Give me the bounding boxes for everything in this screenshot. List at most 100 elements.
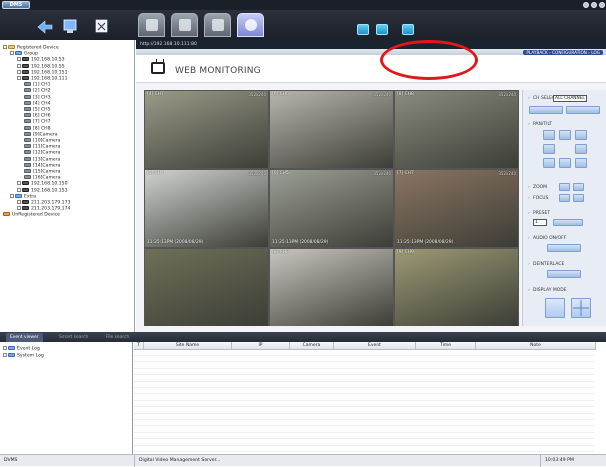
expand-icon[interactable] xyxy=(17,206,21,211)
system-log-node[interactable]: System Log xyxy=(3,353,44,359)
expand-icon[interactable] xyxy=(17,187,21,192)
table-row[interactable] xyxy=(134,433,594,440)
tab-playback[interactable] xyxy=(171,13,198,37)
tab-live-view[interactable] xyxy=(138,13,165,37)
toolbar-button-1[interactable] xyxy=(357,24,369,35)
tree-node[interactable]: [8] CH8 xyxy=(24,125,51,131)
tree-node[interactable]: 192.168.10.151 xyxy=(17,69,68,75)
column-header-event[interactable]: Event xyxy=(334,342,416,350)
minimize-icon[interactable] xyxy=(583,2,589,8)
fullscreen-icon[interactable] xyxy=(95,19,108,33)
expand-icon[interactable] xyxy=(17,63,21,68)
video-cell[interactable]: [8] CH8 xyxy=(270,249,393,326)
collapse-icon[interactable] xyxy=(3,45,7,49)
video-cell[interactable]: [9] CH9 xyxy=(395,249,518,326)
maximize-icon[interactable] xyxy=(591,2,597,8)
tree-node[interactable]: [5] CH5 xyxy=(24,107,51,113)
deinterlace-button[interactable] xyxy=(547,270,581,278)
video-cell[interactable] xyxy=(145,249,268,326)
tree-node[interactable]: [2] CH2 xyxy=(24,88,51,94)
ptz-down-right-button[interactable] xyxy=(575,158,587,168)
ptz-down-button[interactable] xyxy=(559,158,571,168)
close-icon[interactable] xyxy=(599,2,605,8)
table-row[interactable] xyxy=(134,382,594,388)
tree-node[interactable]: 192.168.10.150 xyxy=(17,181,68,187)
table-row[interactable] xyxy=(134,408,594,414)
expand-icon[interactable] xyxy=(17,200,21,204)
collapse-icon[interactable] xyxy=(17,76,21,80)
column-header-ip[interactable]: IP xyxy=(232,342,290,350)
tab-search[interactable] xyxy=(204,13,231,37)
ptz-left-button[interactable] xyxy=(543,144,555,154)
zoom-in-button[interactable] xyxy=(559,183,570,191)
table-row[interactable] xyxy=(134,427,594,433)
tree-node[interactable]: [1] CH1 xyxy=(24,82,51,88)
column-header-camera[interactable]: Camera xyxy=(290,342,334,350)
column-header-time[interactable]: Time xyxy=(416,342,476,350)
table-row[interactable] xyxy=(134,420,594,427)
expand-icon[interactable] xyxy=(17,57,21,62)
ptz-up-right-button[interactable] xyxy=(575,130,587,140)
table-row[interactable] xyxy=(134,395,594,401)
tree-node[interactable]: [9]Camera xyxy=(24,131,58,137)
video-cell[interactable]: [7] CH7 352x240 11:25:13PM (2008/08/29) xyxy=(395,170,518,247)
column-header-type[interactable]: T xyxy=(134,342,144,350)
ptz-right-button[interactable] xyxy=(575,144,587,154)
video-cell[interactable]: [6] CH6 352x240 xyxy=(270,91,393,168)
channel-select[interactable]: ALL CHANNEL xyxy=(553,95,587,102)
channel-prev-button[interactable] xyxy=(529,106,563,114)
collapse-icon[interactable] xyxy=(10,51,14,56)
tab-event-viewer[interactable]: Event viewer xyxy=(6,333,43,342)
focus-far-button[interactable] xyxy=(573,194,584,202)
monitor-settings-icon[interactable] xyxy=(63,19,77,34)
video-cell[interactable]: [5] CH4 352x240 11:25:13PM (2008/08/29) xyxy=(145,170,268,247)
video-cell[interactable]: [6] CH5 352x240 11:25:13PM (2008/08/29) xyxy=(270,170,393,247)
column-header-site-name[interactable]: Site Name xyxy=(144,342,232,350)
tree-node[interactable]: Extra xyxy=(10,193,36,199)
table-row[interactable] xyxy=(134,440,594,446)
tree-node[interactable]: 192.168.10.55 xyxy=(17,63,65,69)
tree-node[interactable]: 192.168.10.153 xyxy=(17,187,68,193)
tree-node[interactable]: 192.168.10.111 xyxy=(17,76,68,82)
expand-icon[interactable] xyxy=(17,181,21,186)
toolbar-button-3[interactable] xyxy=(402,24,414,35)
event-log-node[interactable]: Event Log xyxy=(3,346,40,352)
audio-toggle-button[interactable] xyxy=(547,244,581,252)
video-cell[interactable]: [4] CH7 352x240 xyxy=(145,91,268,168)
toolbar-button-2[interactable] xyxy=(376,24,388,35)
tree-node[interactable]: 192.168.10.53 xyxy=(17,57,65,63)
preset-move-button[interactable] xyxy=(553,219,583,226)
tree-node[interactable]: [16]Camera xyxy=(24,175,60,181)
tree-node[interactable]: [7] CH7 xyxy=(24,119,51,125)
expand-icon[interactable] xyxy=(17,69,21,74)
tree-node[interactable]: [10]Camera xyxy=(24,138,60,144)
table-row[interactable] xyxy=(134,369,594,376)
display-2x2-button[interactable] xyxy=(571,298,591,318)
tree-node[interactable]: 211.203.179.174 xyxy=(17,206,70,212)
tab-smart-search[interactable]: Smart search xyxy=(55,333,92,342)
tree-node[interactable]: UnRegistered Device xyxy=(3,212,60,218)
zoom-out-button[interactable] xyxy=(573,183,584,191)
table-row[interactable] xyxy=(134,356,594,363)
table-row[interactable] xyxy=(134,414,594,420)
table-row[interactable] xyxy=(134,376,594,382)
table-row[interactable] xyxy=(134,363,594,369)
table-row[interactable] xyxy=(134,388,594,395)
tree-node[interactable]: 211.203.179.173 xyxy=(17,200,70,206)
tree-node[interactable]: [13]Camera xyxy=(24,156,60,162)
tree-node[interactable]: Group xyxy=(10,51,38,57)
ptz-up-button[interactable] xyxy=(559,130,571,140)
tab-web-monitoring[interactable] xyxy=(237,13,264,37)
table-row[interactable] xyxy=(134,446,594,452)
tree-node[interactable]: [11]Camera xyxy=(24,144,60,150)
tree-node[interactable]: [4] CH4 xyxy=(24,100,51,106)
arrows-icon[interactable] xyxy=(37,20,53,34)
ptz-up-left-button[interactable] xyxy=(543,130,555,140)
tree-node[interactable]: [6] CH6 xyxy=(24,113,51,119)
column-header-note[interactable]: Note xyxy=(476,342,596,350)
tree-node[interactable]: [12]Camera xyxy=(24,150,60,156)
tab-file-search[interactable]: File search xyxy=(102,333,133,342)
table-row[interactable] xyxy=(134,401,594,408)
table-row[interactable] xyxy=(134,350,594,356)
video-cell[interactable]: [8] CH8 352x240 xyxy=(395,91,518,168)
